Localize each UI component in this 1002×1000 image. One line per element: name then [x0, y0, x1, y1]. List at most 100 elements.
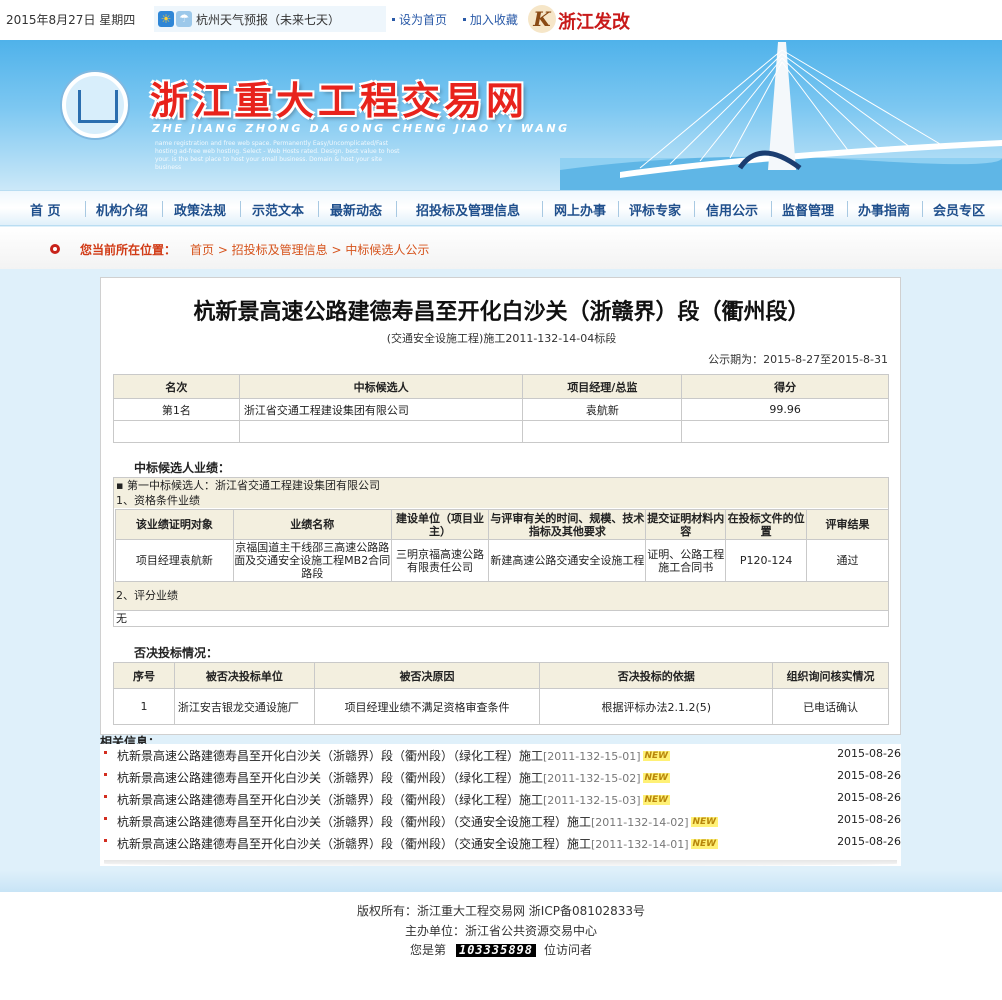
related-date: 2015-08-26 [837, 791, 901, 804]
bullet-icon [392, 17, 395, 21]
first-candidate: ▪ 第一中标候选人：浙江省交通工程建设集团有限公司 [114, 478, 888, 493]
table-cell: 根据评标办法2.1.2(5) [539, 688, 774, 725]
notice-subtitle: (交通安全设施工程)施工2011-132-14-04标段 [386, 332, 617, 345]
table-cell: 浙江安吉银龙交通设施厂 [173, 688, 315, 725]
nav-divider [162, 201, 163, 217]
nav-item-about[interactable]: 机构介绍 [96, 200, 148, 219]
table-cell [522, 420, 683, 443]
notice-title: 杭新景高速公路建德寿昌至开化白沙关（浙赣界）段（衢州段） [193, 299, 810, 325]
new-badge-icon: NEW [690, 839, 719, 849]
breadcrumb: 您当前所在位置： 首页 > 招投标及管理信息 > 中标候选人公示 [0, 227, 1002, 269]
table-cell: 项目经理业绩不满足资格审查条件 [313, 688, 541, 725]
breadcrumb-path[interactable]: 首页 > 招投标及管理信息 > 中标候选人公示 [190, 241, 429, 258]
related-link[interactable]: 杭新景高速公路建德寿昌至开化白沙关（浙赣界）段（衢州段）（交通安全设施工程）施工 [117, 837, 591, 851]
nav-divider [240, 201, 241, 217]
rejection-label: 否决投标情况： [134, 646, 219, 660]
nav-item-templates[interactable]: 示范文本 [252, 200, 304, 219]
list-item[interactable]: 杭新景高速公路建德寿昌至开化白沙关（浙赣界）段（衢州段）（交通安全设施工程）施工… [100, 810, 901, 832]
table-header: 业绩名称 [232, 509, 392, 540]
table-cell: 袁航新 [522, 398, 683, 421]
bullet-icon [104, 773, 107, 776]
nav-item-credit[interactable]: 信用公示 [706, 200, 758, 219]
table-header: 得分 [681, 374, 889, 399]
table-header: 组织询问核实情况 [772, 662, 889, 689]
table-header: 项目经理/总监 [522, 374, 683, 399]
set-homepage-link[interactable]: 设为首页 [399, 13, 447, 27]
table-cell: P120-124 [725, 539, 808, 582]
table-row [113, 420, 889, 443]
table-cell: 浙江省交通工程建设集团有限公司 [238, 398, 524, 421]
table-cell: 证明、公路工程施工合同书 [645, 539, 727, 582]
table-cell: 第1名 [113, 398, 240, 421]
bullet-icon [462, 17, 466, 21]
top-links: 设为首页 加入收藏 [392, 11, 530, 28]
weather-label[interactable]: 杭州天气预报（未来七天） [196, 11, 340, 28]
table-header: 提交证明材料内容 [645, 509, 727, 540]
nav-item-policy[interactable]: 政策法规 [174, 200, 226, 219]
table-row: 第1名 浙江省交通工程建设集团有限公司 袁航新 99.96 [113, 398, 889, 421]
related-link[interactable]: 杭新景高速公路建德寿昌至开化白沙关（浙赣界）段（衢州段）（绿化工程）施工 [117, 771, 543, 785]
weather-rain-icon: ☂ [176, 11, 192, 27]
new-badge-icon: NEW [690, 817, 719, 827]
nav-divider [396, 201, 397, 217]
bullet-icon [104, 751, 107, 754]
performance-table: 该业绩证明对象 业绩名称 建设单位（项目业主） 与评审有关的时间、规模、技术指标… [115, 509, 889, 582]
table-row: 项目经理袁航新 京福国道主干线邵三高速公路路面及交通安全设施工程MB2合同路段 … [115, 539, 889, 582]
table-cell: 已电话确认 [772, 688, 889, 725]
performance-block: ▪ 第一中标候选人：浙江省交通工程建设集团有限公司 1、资格条件业绩 该业绩证明… [113, 477, 889, 627]
nav-item-experts[interactable]: 评标专家 [629, 200, 681, 219]
table-cell [113, 420, 240, 443]
qualification-label: 1、资格条件业绩 [114, 493, 888, 508]
top-bar: 2015年8月27日 星期四 ☀ ☂ 杭州天气预报（未来七天） 设为首页 加入收… [0, 0, 1002, 40]
nav-item-members[interactable]: 会员专区 [933, 200, 985, 219]
table-row: 1 浙江安吉银龙交通设施厂 项目经理业绩不满足资格审查条件 根据评标办法2.1.… [113, 688, 889, 725]
nav-item-bidding[interactable]: 招投标及管理信息 [416, 200, 520, 219]
table-header: 建设单位（项目业主） [390, 509, 490, 540]
nav-item-guide[interactable]: 办事指南 [858, 200, 910, 219]
new-badge-icon: NEW [642, 795, 671, 805]
notice-panel: 杭新景高速公路建德寿昌至开化白沙关（浙赣界）段（衢州段） (交通安全设施工程)施… [100, 277, 901, 735]
related-date: 2015-08-26 [837, 769, 901, 782]
nav-divider [771, 201, 772, 217]
related-link[interactable]: 杭新景高速公路建德寿昌至开化白沙关（浙赣界）段（衢州段）（绿化工程）施工 [117, 793, 543, 807]
nav-item-news[interactable]: 最新动态 [330, 200, 382, 219]
candidates-table: 名次 中标候选人 项目经理/总监 得分 第1名 浙江省交通工程建设集团有限公司 … [113, 374, 889, 443]
nav-divider [922, 201, 923, 217]
emblem-icon [62, 72, 128, 138]
list-item[interactable]: 杭新景高速公路建德寿昌至开化白沙关（浙赣界）段（衢州段）（绿化工程）施工[201… [100, 766, 901, 788]
footer: 版权所有：浙江重大工程交易网 浙ICP备08102833号 主办单位：浙江省公共… [0, 892, 1002, 1000]
table-cell [681, 420, 889, 443]
related-date: 2015-08-26 [837, 813, 901, 826]
weather-widget[interactable]: ☀ ☂ 杭州天气预报（未来七天） [154, 6, 386, 32]
bullet-icon [104, 839, 107, 842]
visitor-prefix: 您是第 [409, 943, 446, 957]
add-favorite-link[interactable]: 加入收藏 [470, 13, 518, 27]
related-link[interactable]: 杭新景高速公路建德寿昌至开化白沙关（浙赣界）段（衢州段）（绿化工程）施工 [117, 749, 543, 763]
nav-item-online-service[interactable]: 网上办事 [554, 200, 606, 219]
nav-divider [618, 201, 619, 217]
list-item[interactable]: 杭新景高速公路建德寿昌至开化白沙关（浙赣界）段（衢州段）（交通安全设施工程）施工… [100, 832, 901, 854]
nav-item-supervision[interactable]: 监督管理 [782, 200, 834, 219]
related-list: 杭新景高速公路建德寿昌至开化白沙关（浙赣界）段（衢州段）（绿化工程）施工[201… [100, 744, 901, 866]
table-header: 被否决原因 [313, 662, 541, 689]
scoring-label: 2、评分业绩 [114, 582, 888, 610]
related-code: [2011-132-14-02] [591, 816, 689, 829]
related-code: [2011-132-15-02] [543, 772, 641, 785]
breadcrumb-bullet-icon [50, 244, 60, 254]
list-item[interactable]: 杭新景高速公路建德寿昌至开化白沙关（浙赣界）段（衢州段）（绿化工程）施工[201… [100, 744, 901, 766]
copyright: 版权所有：浙江重大工程交易网 浙ICP备08102833号 [356, 904, 646, 918]
nav-divider [694, 201, 695, 217]
related-code: [2011-132-15-01] [543, 750, 641, 763]
visitor-suffix: 位访问者 [544, 943, 593, 957]
related-link[interactable]: 杭新景高速公路建德寿昌至开化白沙关（浙赣界）段（衢州段）（交通安全设施工程）施工 [117, 815, 591, 829]
table-cell: 99.96 [681, 398, 889, 421]
list-item[interactable]: 杭新景高速公路建德寿昌至开化白沙关（浙赣界）段（衢州段）（绿化工程）施工[201… [100, 788, 901, 810]
nav-divider [85, 201, 86, 217]
footer-band [0, 870, 1002, 892]
main-nav: 首 页 机构介绍 政策法规 示范文本 最新动态 招投标及管理信息 网上办事 评标… [0, 190, 1002, 226]
nav-item-home[interactable]: 首 页 [30, 200, 61, 219]
current-date: 2015年8月27日 星期四 [6, 13, 136, 27]
table-cell: 通过 [806, 539, 889, 582]
bullet-icon [104, 795, 107, 798]
new-badge-icon: NEW [642, 751, 671, 761]
